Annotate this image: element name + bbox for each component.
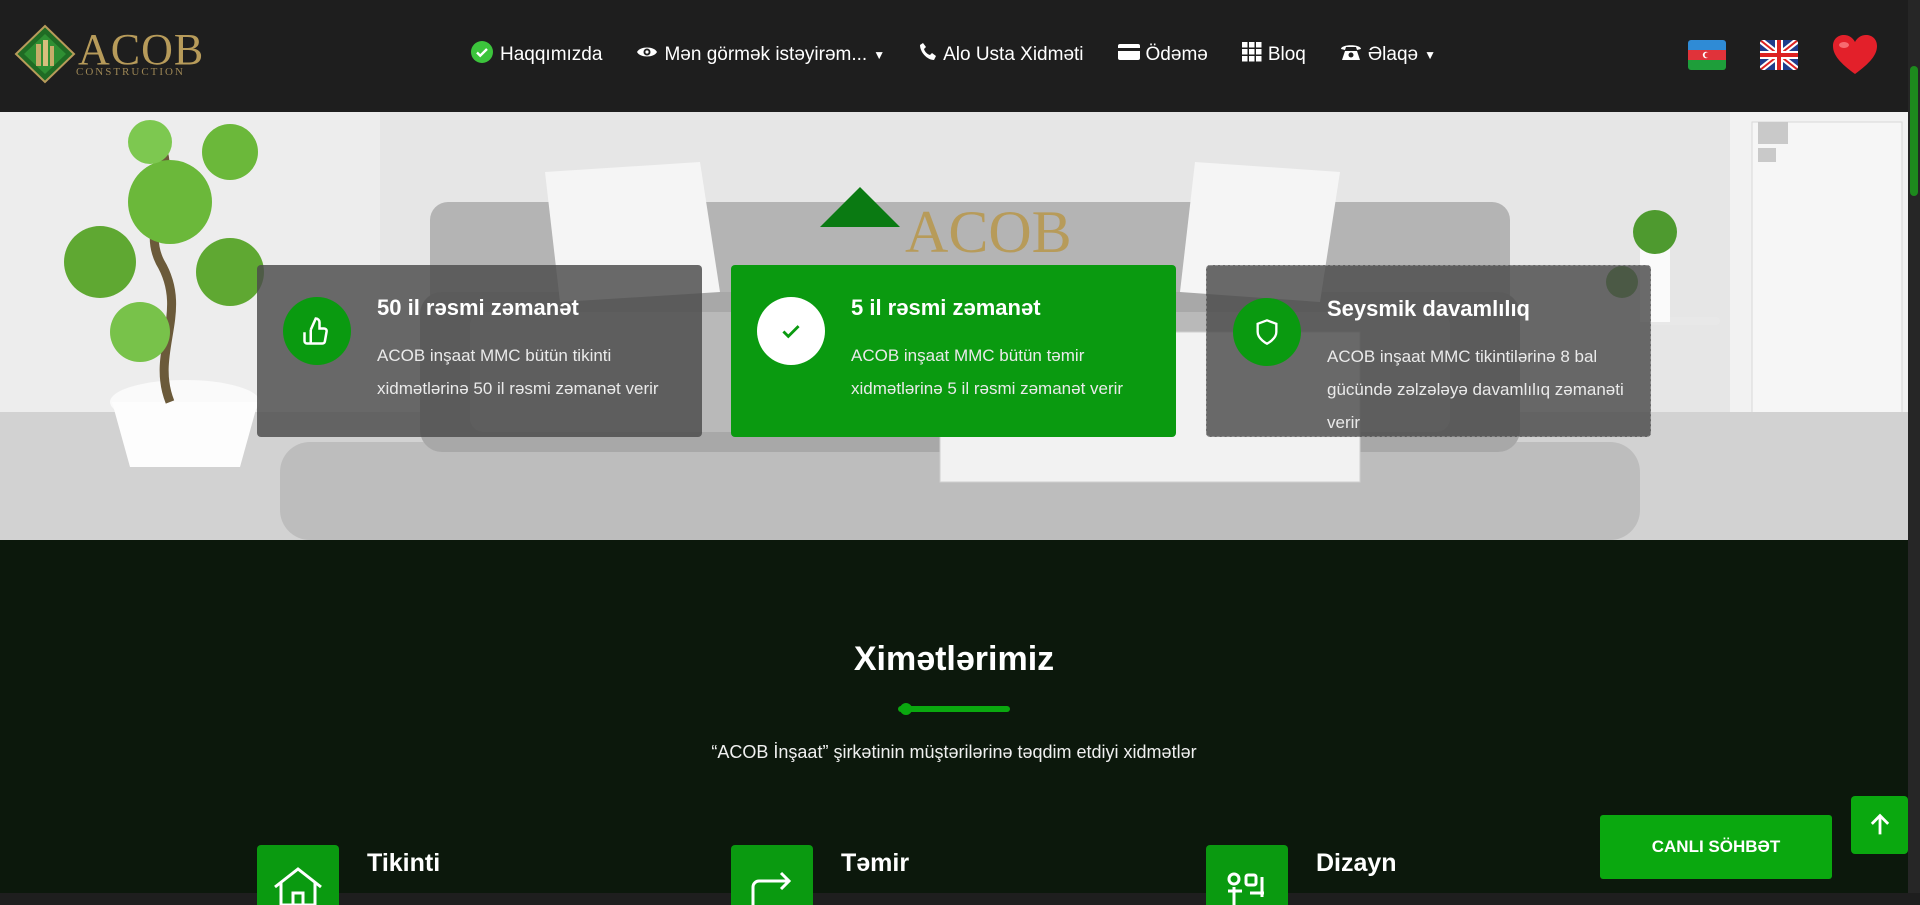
feature-description: ACOB inşaat MMC tikintilərinə 8 bal gücü… (1327, 347, 1624, 432)
verified-badge-icon (470, 40, 494, 70)
scrollbar-thumb[interactable] (1910, 66, 1918, 196)
services-subtitle: “ACOB İnşaat” şirkətinin müştərilərinə t… (711, 742, 1197, 762)
feature-title: Seysmik davamlılıq (1327, 296, 1530, 321)
thumbs-up-icon (283, 297, 351, 365)
grid-icon (1241, 42, 1262, 68)
nav-wish[interactable]: Mən görmək istəyirəm... ▼ (636, 44, 885, 66)
shield-icon (1233, 298, 1301, 366)
redo-arrow-icon (731, 845, 813, 905)
service-name: Dizayn (1316, 849, 1397, 877)
title-underline-dot (900, 703, 912, 715)
nav-contact[interactable]: Əlaqə ▼ (1340, 43, 1436, 67)
design-tools-icon (1206, 845, 1288, 905)
nav-payment-label: Ödəmə (1145, 44, 1208, 65)
heart-icon[interactable] (1832, 34, 1878, 81)
service-name: Təmir (841, 849, 910, 877)
hero-brand-text: ACOB (905, 199, 1072, 265)
live-chat-button[interactable]: CANLI SÖHBƏT (1600, 815, 1832, 879)
nav-alo-usta[interactable]: Alo Usta Xidməti (919, 42, 1084, 68)
logo-subtext: CONSTRUCTION (76, 66, 185, 78)
service-name: Tikinti (367, 849, 441, 877)
feature-description: ACOB inşaat MMC bütün təmir xidmətlərinə… (851, 346, 1124, 398)
nav-blog[interactable]: Bloq (1241, 42, 1306, 68)
nav-payment[interactable]: Ödəmə (1117, 44, 1208, 66)
services-title: Ximətlərimiz (853, 640, 1055, 678)
phone-icon (919, 42, 937, 68)
chevron-down-icon: ▼ (873, 48, 886, 62)
nav-blog-label: Bloq (1267, 44, 1306, 65)
eye-icon (636, 44, 658, 66)
scroll-to-top-button[interactable] (1851, 796, 1908, 854)
main-nav: Haqqımızda Mən görmək istəyirəm... ▼ Alo… (470, 40, 1470, 70)
nav-about-label: Haqqımızda (500, 44, 603, 65)
site-header: ACOB CONSTRUCTION Haqqımızda Mən görmək … (0, 0, 1908, 112)
feature-card-warranty-5: 5 il rəsmi zəmanət ACOB inşaat MMC bütün… (731, 265, 1176, 437)
page-scrollbar[interactable] (1908, 0, 1920, 893)
feature-card-warranty-50: 50 il rəsmi zəmanət ACOB inşaat MMC bütü… (257, 265, 702, 437)
feature-card-seismic: Seysmik davamlılıq ACOB inşaat MMC tikin… (1206, 265, 1651, 437)
title-underline (898, 706, 1010, 712)
arrow-up-icon (1870, 813, 1889, 835)
feature-title: 5 il rəsmi zəmanət (851, 295, 1041, 320)
logo-mark (14, 24, 76, 84)
feature-description: ACOB inşaat MMC bütün tikinti xidmətləri… (377, 346, 659, 398)
nav-alo-usta-label: Alo Usta Xidməti (943, 44, 1084, 65)
uk-flag-icon[interactable] (1760, 40, 1798, 70)
nav-wish-label: Mən görmək istəyirəm... (664, 44, 868, 65)
feature-title: 50 il rəsmi zəmanət (377, 295, 579, 320)
hero-banner: ACOB 50 il rəsmi zəmanət ACOB inşaat MMC… (0, 112, 1908, 540)
nav-contact-label: Əlaqə (1367, 44, 1419, 65)
logo[interactable]: ACOB CONSTRUCTION (14, 24, 204, 84)
chevron-down-icon: ▼ (1424, 48, 1436, 62)
nav-about[interactable]: Haqqımızda (470, 40, 602, 70)
check-icon (757, 297, 825, 365)
house-icon (257, 845, 339, 905)
telephone-icon (1340, 43, 1362, 67)
azerbaijan-flag-icon[interactable] (1688, 40, 1726, 70)
credit-card-icon (1117, 44, 1140, 66)
